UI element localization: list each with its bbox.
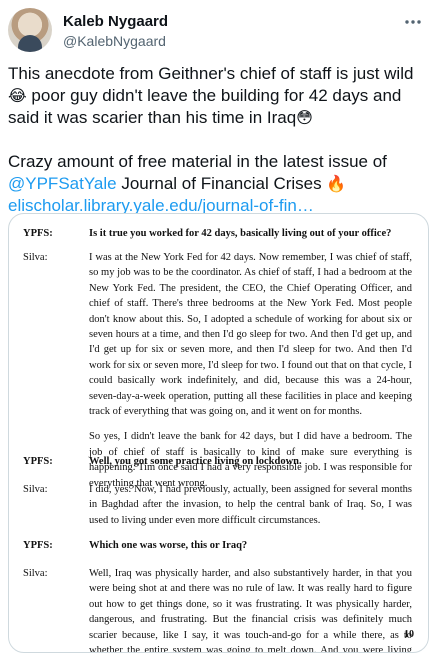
speaker-label: YPFS: [23, 540, 53, 551]
interview-answer: Silva: I did, yes. Now, I had previously,… [23, 482, 412, 528]
transcript-paragraph: I was at the New York Fed for 42 days. N… [89, 252, 412, 418]
speaker-label: Silva: [23, 252, 48, 263]
mention-link[interactable]: @YPFSatYale [8, 174, 117, 193]
speaker-text: Is it true you worked for 42 days, basic… [89, 226, 412, 241]
page-number: 10 [404, 629, 414, 640]
speaker-label: Silva: [23, 484, 48, 495]
transcript-paragraph: Is it true you worked for 42 days, basic… [89, 228, 392, 239]
author-handle[interactable]: @KalebNygaard [63, 33, 166, 49]
tweet-header: Kaleb Nygaard @KalebNygaard [8, 8, 429, 52]
transcript-paragraph: Which one was worse, this or Iraq? [89, 540, 248, 551]
transcript-paragraph: Well, Iraq was physically harder, and al… [89, 568, 412, 653]
interview-question: YPFS: Well, you got some practice living … [23, 454, 412, 469]
speaker-text: I did, yes. Now, I had previously, actua… [89, 482, 412, 528]
more-horizontal-icon[interactable] [399, 14, 427, 34]
attached-document-image[interactable]: YPFS: Is it true you worked for 42 days, … [8, 213, 429, 653]
speaker-label: YPFS: [23, 456, 53, 467]
author-name[interactable]: Kaleb Nygaard [63, 13, 168, 30]
flushed-face-icon: 😳 [296, 108, 313, 127]
tweet-paragraph-2: Crazy amount of free material in the lat… [8, 152, 387, 215]
tweet-paragraph-1: This anecdote from Geithner's chief of s… [8, 64, 414, 127]
fire-icon: 🔥 [326, 174, 347, 193]
transcript-paragraph: I did, yes. Now, I had previously, actua… [89, 484, 412, 526]
transcript-paragraph: Well, you got some practice living on lo… [89, 456, 302, 467]
interview-answer: Silva: Well, Iraq was physically harder, … [23, 566, 412, 653]
speaker-label: YPFS: [23, 228, 53, 239]
avatar[interactable] [8, 8, 52, 52]
speaker-text: Well, you got some practice living on lo… [89, 454, 412, 469]
interview-question: YPFS: Which one was worse, this or Iraq? [23, 538, 412, 553]
speaker-text: Well, Iraq was physically harder, and al… [89, 566, 412, 653]
speaker-label: Silva: [23, 568, 48, 579]
speaker-text: Which one was worse, this or Iraq? [89, 538, 412, 553]
interview-question: YPFS: Is it true you worked for 42 days, … [23, 226, 412, 241]
tweet-text: This anecdote from Geithner's chief of s… [8, 63, 429, 217]
face-with-tears-of-joy-icon: 😂 [8, 86, 27, 105]
